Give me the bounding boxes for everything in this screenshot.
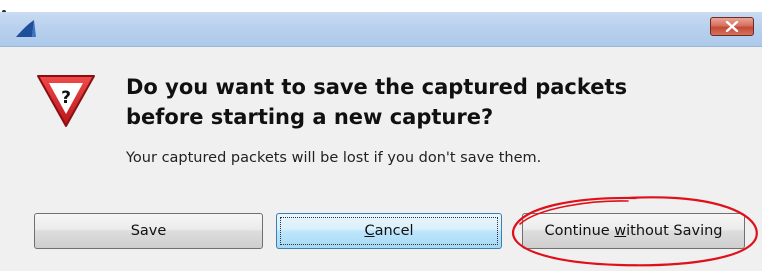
save-button[interactable]: Save xyxy=(34,213,263,249)
dialog-heading: Do you want to save the captured packets… xyxy=(126,72,726,132)
close-icon xyxy=(725,21,739,32)
close-button[interactable] xyxy=(710,17,754,36)
heading-line-2: before starting a new capture? xyxy=(126,105,494,129)
title-bar[interactable] xyxy=(0,12,762,47)
warning-question-icon: ? xyxy=(37,75,95,127)
heading-line-1: Do you want to save the captured packets xyxy=(126,75,628,99)
desktop-strip xyxy=(0,0,762,12)
continue-button-label: Continue without Saving xyxy=(544,223,723,239)
screenshot-canvas: ? Do you want to save the captured packe… xyxy=(0,0,762,271)
cancel-button[interactable]: Cancel xyxy=(276,213,502,249)
wireshark-fin-icon xyxy=(16,20,36,37)
warning-glyph: ? xyxy=(61,88,71,108)
continue-without-saving-button[interactable]: Continue without Saving xyxy=(522,213,745,249)
cancel-accelerator: C xyxy=(364,223,375,239)
save-button-label: Save xyxy=(130,223,167,239)
save-capture-dialog: ? Do you want to save the captured packe… xyxy=(0,0,762,271)
dialog-message: Your captured packets will be lost if yo… xyxy=(126,150,542,166)
cancel-button-label: Cancel xyxy=(364,223,414,239)
continue-accelerator: w xyxy=(614,223,627,239)
